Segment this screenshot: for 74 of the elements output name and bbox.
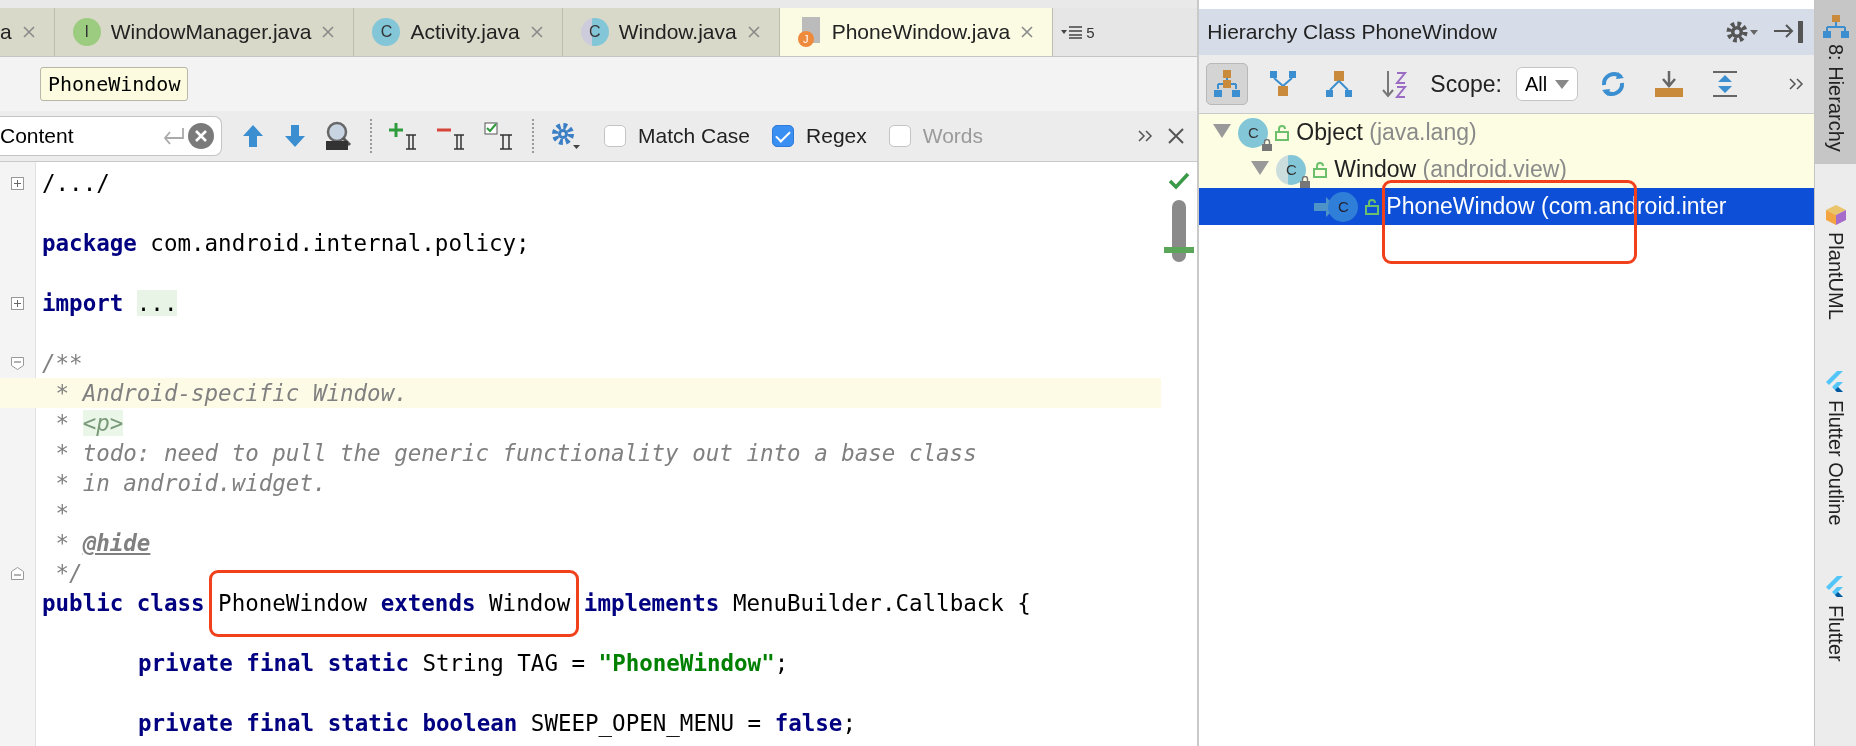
settings-icon[interactable] [550, 121, 582, 151]
abstract-icon: C [580, 18, 609, 46]
code-line: */ [54, 559, 84, 588]
checkbox-option: Words [888, 124, 984, 148]
close-icon[interactable] [1167, 127, 1186, 145]
supertypes-icon[interactable] [1268, 69, 1299, 99]
code-line: * <p> [54, 409, 125, 438]
expanded-arrow-icon[interactable] [1213, 123, 1232, 138]
class-name: Object (java.lang) [1296, 119, 1477, 146]
close-icon[interactable] [1020, 25, 1035, 39]
search-field[interactable]: Content [0, 116, 222, 156]
editor-tab[interactable]: a [0, 8, 55, 56]
tool-window-tab[interactable]: Flutter [1815, 561, 1856, 674]
code-line: /.../ [41, 169, 111, 198]
panel-title: Hierarchy Class PhoneWindow [1207, 20, 1498, 44]
find-all-icon[interactable] [324, 121, 354, 151]
tool-window-tab[interactable]: 8: Hierarchy [1815, 0, 1856, 164]
editor-tab[interactable]: I WindowManager.java [54, 8, 355, 56]
code-line: * in android.widget. [54, 469, 328, 498]
class-name: Window (android.view) [1334, 156, 1567, 183]
fold-minus-icon[interactable] [11, 356, 24, 370]
tree-item[interactable]: C Object (java.lang) [1199, 114, 1815, 151]
subtypes-icon[interactable] [1324, 69, 1355, 99]
tool-window-tab[interactable]: Flutter Outline [1815, 355, 1856, 538]
scope-dropdown[interactable]: All [1515, 67, 1579, 101]
code-line: public class PhoneWindow extends Window implements MenuBuilder.Callback { [41, 589, 1032, 618]
fold-minus-icon[interactable] [11, 566, 24, 580]
scope-label: Scope: [1430, 70, 1502, 98]
unlocked-icon [1365, 198, 1380, 215]
checkbox[interactable] [772, 125, 795, 147]
code-line: /** [41, 349, 84, 378]
more-icon[interactable] [1788, 77, 1805, 91]
unlocked-icon [1275, 124, 1290, 141]
abstract-class-icon: C [1276, 154, 1307, 185]
arrow-down-icon[interactable] [282, 123, 308, 149]
arrow-up-icon[interactable] [240, 123, 266, 149]
scrollbar-thumb[interactable] [1172, 200, 1187, 262]
class-icon: C [372, 18, 401, 46]
editor-tab[interactable]: C Activity.java [354, 8, 563, 56]
code-line: * @hide [54, 529, 152, 558]
class-icon: C [1238, 117, 1269, 148]
toggle-button[interactable] [1206, 63, 1249, 105]
code-line: import ... [41, 289, 179, 318]
code-line: private final static boolean SWEEP_OPEN_MENU = false; [137, 709, 857, 738]
more-icon[interactable] [1137, 129, 1154, 143]
hierarchy-icon[interactable] [1212, 69, 1243, 99]
fold-plus-icon[interactable] [11, 296, 24, 310]
fold-plus-icon[interactable] [11, 176, 24, 190]
search-input[interactable]: Content [0, 124, 161, 148]
editor-tab[interactable]: C Window.java [562, 8, 780, 56]
clear-icon[interactable] [187, 122, 215, 150]
expanded-arrow-icon[interactable] [1251, 160, 1270, 175]
settings-icon[interactable] [1724, 19, 1761, 45]
enter-icon [161, 126, 187, 146]
hierarchy-icon [1822, 14, 1849, 38]
code-line: * [54, 499, 71, 528]
checkbox-option[interactable]: Regex [772, 124, 867, 148]
code-line: * todo: need to pull the generic functionality out into a base class [54, 439, 978, 468]
tree-item[interactable]: C Window (android.view) [1199, 151, 1815, 188]
check-icon [1168, 172, 1191, 190]
tool-window-tab[interactable]: PlantUML [1815, 187, 1856, 332]
code-line: package com.android.internal.policy; [41, 229, 531, 258]
tab-overflow-button[interactable]: 5 [1053, 8, 1103, 56]
breadcrumb[interactable]: PhoneWindow [40, 67, 189, 101]
list-icon [1061, 25, 1084, 39]
checkbox-option[interactable]: Match Case [604, 124, 751, 148]
checkbox[interactable] [604, 125, 626, 147]
scroll-marker [1164, 247, 1195, 253]
code-line: private final static String TAG = "PhoneWindow"; [137, 649, 790, 678]
export-icon[interactable] [1654, 69, 1685, 99]
editor-tab[interactable]: J PhoneWindow.java [779, 8, 1054, 56]
unlocked-icon [1313, 161, 1328, 178]
caret-icon [1555, 79, 1570, 89]
interface-icon: I [72, 18, 101, 46]
